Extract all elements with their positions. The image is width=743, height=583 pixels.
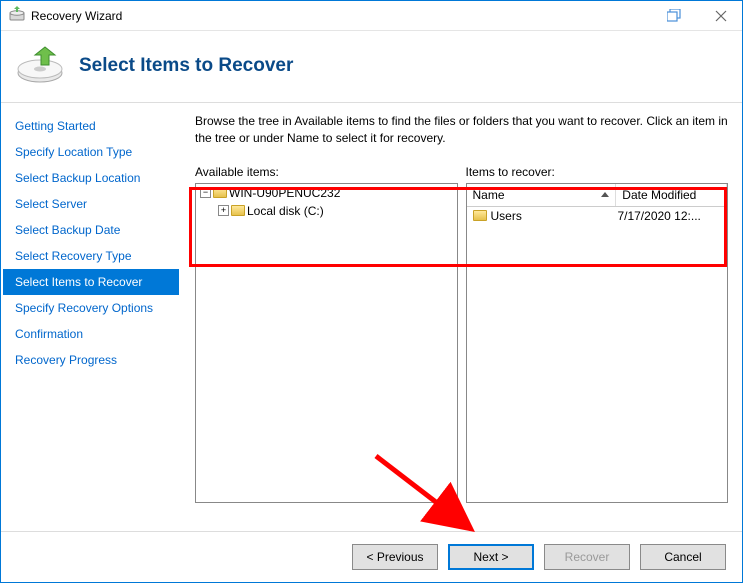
item-lists: Available items: − WIN-U90PENUC232 + Loc… xyxy=(195,165,728,503)
items-to-recover-label: Items to recover: xyxy=(466,165,729,179)
next-button[interactable]: Next > xyxy=(448,544,534,570)
column-header-name[interactable]: Name xyxy=(467,184,617,206)
row-name: Users xyxy=(491,209,522,223)
step-select-recovery-type[interactable]: Select Recovery Type xyxy=(3,243,179,269)
recovery-wizard-window: Recovery Wizard Select Items to Recover xyxy=(0,0,743,583)
app-icon xyxy=(9,6,25,25)
available-items-tree[interactable]: − WIN-U90PENUC232 + Local disk (C:) xyxy=(195,183,458,503)
wizard-header-icon xyxy=(15,43,65,88)
page-title: Select Items to Recover xyxy=(79,55,293,77)
step-recovery-progress[interactable]: Recovery Progress xyxy=(3,347,179,373)
step-getting-started[interactable]: Getting Started xyxy=(3,113,179,139)
available-items-label: Available items: xyxy=(195,165,458,179)
tree-node-child[interactable]: + Local disk (C:) xyxy=(196,202,457,220)
folder-icon xyxy=(231,205,245,216)
titlebar: Recovery Wizard xyxy=(1,1,742,31)
column-header-date[interactable]: Date Modified xyxy=(616,184,727,206)
restore-icon[interactable] xyxy=(662,6,688,26)
wizard-footer: < Previous Next > Recover Cancel xyxy=(1,531,742,582)
folder-icon xyxy=(213,187,227,198)
row-date: 7/17/2020 12:... xyxy=(617,209,721,223)
window-title: Recovery Wizard xyxy=(31,9,122,23)
tree-expand-icon[interactable]: + xyxy=(218,205,229,216)
wizard-header: Select Items to Recover xyxy=(1,31,742,102)
list-row[interactable]: Users 7/17/2020 12:... xyxy=(467,207,728,225)
step-specify-location-type[interactable]: Specify Location Type xyxy=(3,139,179,165)
step-specify-recovery-options[interactable]: Specify Recovery Options xyxy=(3,295,179,321)
previous-button[interactable]: < Previous xyxy=(352,544,438,570)
step-select-items-to-recover[interactable]: Select Items to Recover xyxy=(3,269,179,295)
list-header: Name Date Modified xyxy=(467,184,728,207)
step-confirmation[interactable]: Confirmation xyxy=(3,321,179,347)
close-icon[interactable] xyxy=(708,6,734,26)
tree-node-label: WIN-U90PENUC232 xyxy=(229,186,340,200)
sort-asc-icon xyxy=(601,192,609,197)
content-pane: Browse the tree in Available items to fi… xyxy=(181,103,742,532)
step-select-backup-location[interactable]: Select Backup Location xyxy=(3,165,179,191)
wizard-body: Getting Started Specify Location Type Se… xyxy=(1,102,742,532)
step-select-backup-date[interactable]: Select Backup Date xyxy=(3,217,179,243)
tree-node-root[interactable]: − WIN-U90PENUC232 xyxy=(196,184,457,202)
tree-collapse-icon[interactable]: − xyxy=(200,187,211,198)
folder-icon xyxy=(473,210,487,221)
step-select-server[interactable]: Select Server xyxy=(3,191,179,217)
items-to-recover-list[interactable]: Name Date Modified Users 7/17/2020 xyxy=(466,183,729,503)
instructions-text: Browse the tree in Available items to fi… xyxy=(195,113,728,147)
tree-node-label: Local disk (C:) xyxy=(247,204,324,218)
recover-button: Recover xyxy=(544,544,630,570)
cancel-button[interactable]: Cancel xyxy=(640,544,726,570)
wizard-steps-sidebar: Getting Started Specify Location Type Se… xyxy=(1,103,181,532)
